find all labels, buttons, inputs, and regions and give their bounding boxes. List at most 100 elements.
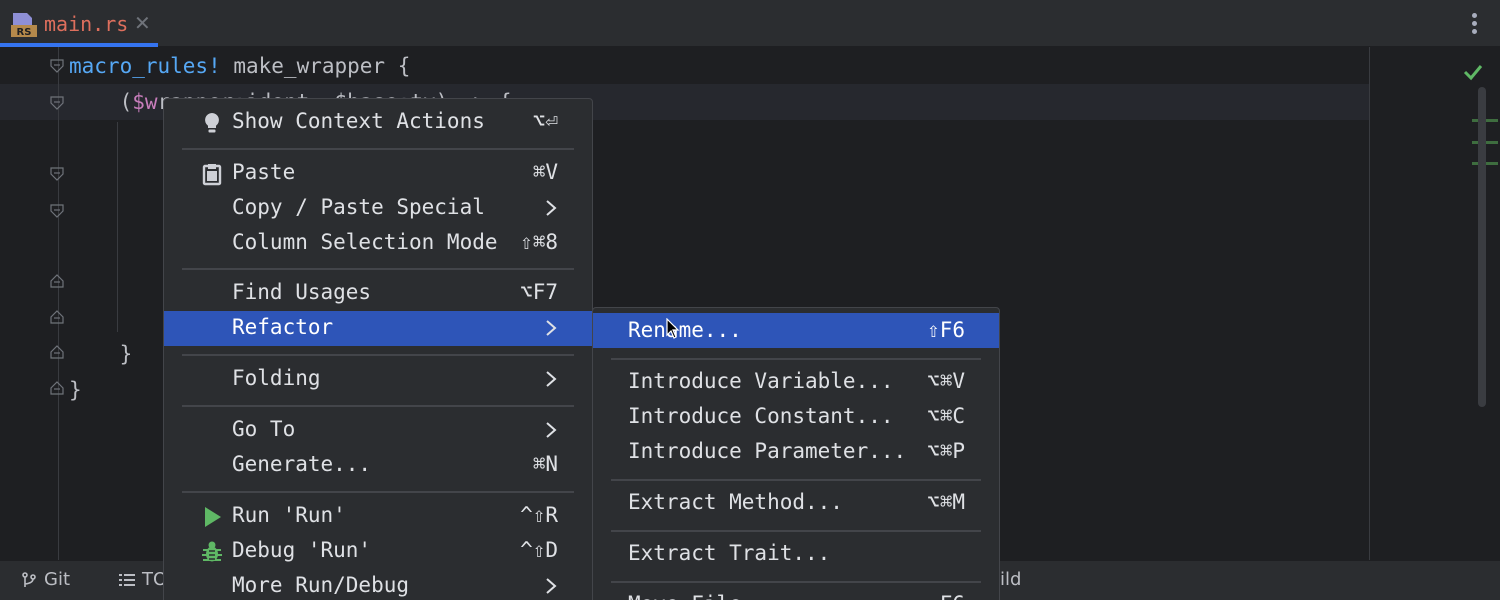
menu-item-paste[interactable]: Paste ⌘V [164,156,592,191]
menu-separator [182,148,574,150]
fold-close-icon[interactable] [50,381,64,395]
chevron-right-icon [546,422,557,438]
chevron-right-icon [546,371,557,387]
indent-guide [117,122,118,332]
tab-label: main.rs [44,12,129,36]
menu-item-label: Column Selection Mode [232,230,498,254]
menu-item-label: Refactor [232,315,334,339]
code-token: $w [132,90,158,114]
build-label: ild [1000,569,1022,590]
menu-item-label: Paste [232,160,296,184]
code-token: } [69,342,133,366]
fold-close-icon[interactable] [50,310,64,324]
menu-item-debug-run[interactable]: Debug 'Run' ^⇧D [164,534,592,569]
menu-separator [611,581,981,583]
code-token: make_wrapper { [220,54,411,78]
git-label: Git [44,569,71,590]
menu-separator [611,479,981,481]
gutter-divider [58,47,59,560]
menu-item-label: Generate... [232,452,372,476]
submenu-item-extract-method[interactable]: Extract Method... ⌥⌘M [593,485,999,520]
code-line[interactable]: } [69,377,82,403]
menu-item-label: More Run/Debug [232,573,410,597]
fold-close-icon[interactable] [50,274,64,288]
file-icon-text: RS [17,27,32,38]
submenu-item-shortcut: ⌥⌘M [927,490,965,514]
git-tool-button[interactable]: Git [20,569,70,590]
fold-open-icon[interactable] [50,167,64,181]
menu-item-shortcut: ^⇧R [520,503,558,527]
code-token: ( [69,90,133,114]
chevron-right-icon [546,578,557,594]
submenu-item-extract-trait[interactable]: Extract Trait... [593,536,999,571]
submenu-item-introduce-constant[interactable]: Introduce Constant... ⌥⌘C [593,399,999,434]
menu-item-show-context-actions[interactable]: Show Context Actions ⌥⏎ [164,105,592,140]
menu-item-go-to[interactable]: Go To [164,413,592,448]
lightbulb-icon [205,113,219,133]
fold-open-icon[interactable] [50,96,64,110]
menu-item-find-usages[interactable]: Find Usages ⌥F7 [164,276,592,311]
submenu-item-shortcut: ⌥⌘C [927,404,965,428]
code-line[interactable]: macro_rules! make_wrapper { [69,53,410,79]
menu-item-generate[interactable]: Generate... ⌘N [164,448,592,483]
menu-item-folding[interactable]: Folding [164,362,592,397]
submenu-item-introduce-variable[interactable]: Introduce Variable... ⌥⌘V [593,364,999,399]
submenu-item-shortcut: ⌥⌘P [927,439,965,463]
todo-tool-button[interactable]: TO [118,569,167,590]
menu-item-shortcut: ⌘V [532,160,558,184]
menu-separator [611,530,981,532]
rust-file-icon: RS [11,13,37,38]
menu-separator [182,491,574,493]
submenu-item-label: Introduce Variable... [628,369,894,393]
menu-item-label: Find Usages [232,280,372,304]
menu-separator [182,354,574,356]
submenu-item-shortcut: ⌥⌘V [927,369,965,393]
menu-item-shortcut: ^⇧D [520,538,558,562]
submenu-item-label: Introduce Parameter... [628,439,907,463]
code-token: } [69,378,82,402]
run-icon [205,507,221,527]
checkmark-icon[interactable] [1462,61,1484,83]
close-icon[interactable]: ✕ [134,11,151,35]
submenu-item-move-file[interactable]: Move File... F6 [593,587,999,600]
fold-open-icon[interactable] [50,204,64,218]
editor-right-divider [1369,47,1370,560]
submenu-item-rename[interactable]: Rename... ⇧F6 [593,313,999,348]
vertical-scrollbar[interactable] [1478,87,1486,407]
more-vertical-icon[interactable] [1464,10,1484,38]
menu-item-run-run[interactable]: Run 'Run' ^⇧R [164,499,592,534]
code-line[interactable]: } [69,341,133,367]
fold-close-icon[interactable] [50,345,64,359]
submenu-item-label: Extract Trait... [628,541,831,565]
refactor-submenu: Rename... ⇧F6 Introduce Variable... ⌥⌘V Intr… [592,307,1000,600]
submenu-item-label: Rename... [628,318,742,342]
menu-item-copy-paste-special[interactable]: Copy / Paste Special [164,191,592,226]
menu-item-refactor[interactable]: Refactor [164,311,592,346]
submenu-item-introduce-parameter[interactable]: Introduce Parameter... ⌥⌘P [593,434,999,469]
code-token: macro_rules! [69,54,221,78]
git-branch-icon [22,571,36,587]
menu-item-column-selection-mode[interactable]: Column Selection Mode ⇧⌘8 [164,226,592,261]
menu-item-shortcut: ⌘N [532,452,558,476]
menu-separator [182,268,574,270]
menu-item-label: Debug 'Run' [232,538,372,562]
fold-open-icon[interactable] [50,59,64,73]
tab-main-rs[interactable]: RS main.rs ✕ [0,0,158,47]
clipboard-icon [202,164,222,186]
menu-item-label: Folding [232,366,321,390]
menu-item-shortcut: ⌥F7 [520,280,558,304]
menu-item-shortcut: ⌥⏎ [532,109,558,133]
menu-item-label: Run 'Run' [232,503,346,527]
editor-tab-bar: RS main.rs ✕ [0,0,1500,47]
submenu-item-label: Extract Method... [628,490,843,514]
list-icon [119,573,135,586]
mouse-cursor-icon [666,318,680,339]
editor-context-menu: Show Context Actions ⌥⏎ Paste ⌘V Copy / Past… [163,98,593,600]
menu-separator [611,358,981,360]
menu-item-more-run-debug[interactable]: More Run/Debug [164,569,592,600]
menu-separator [182,405,574,407]
debug-icon [202,541,222,562]
submenu-item-label: Move File... [628,592,780,600]
build-tool-button[interactable]: ild [1000,569,1021,590]
menu-item-label: Copy / Paste Special [232,195,485,219]
